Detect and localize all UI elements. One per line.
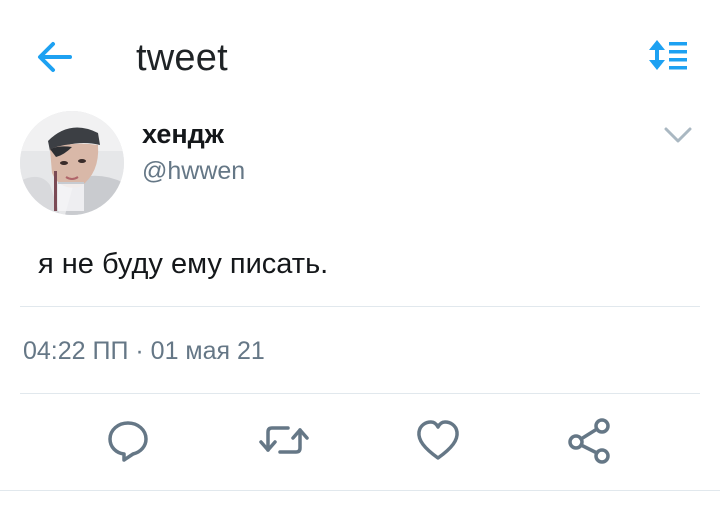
divider <box>20 393 700 394</box>
username[interactable]: @hwwen <box>142 156 245 186</box>
tweet-timestamp: 04:22 ПП · 01 мая 21 <box>23 337 265 365</box>
sort-order-icon <box>649 40 687 70</box>
tweet-menu-button[interactable] <box>658 120 698 150</box>
arrow-left-icon <box>38 42 72 72</box>
tweet-text: я не буду ему писать. <box>38 248 329 280</box>
back-button[interactable] <box>32 34 78 80</box>
like-icon <box>417 420 459 460</box>
avatar[interactable] <box>20 111 124 215</box>
divider <box>20 306 700 307</box>
retweet-button[interactable] <box>256 412 312 468</box>
reply-button[interactable] <box>100 412 156 468</box>
retweet-icon <box>259 426 309 454</box>
display-name[interactable]: хендж <box>142 118 224 150</box>
like-button[interactable] <box>410 412 466 468</box>
sort-button[interactable] <box>644 36 690 76</box>
page-title: tweet <box>136 37 228 79</box>
reply-icon <box>108 421 148 462</box>
chevron-down-icon <box>664 127 692 143</box>
profile-photo <box>20 111 124 215</box>
share-button[interactable] <box>562 412 618 468</box>
divider <box>0 490 720 491</box>
share-icon <box>568 418 610 464</box>
